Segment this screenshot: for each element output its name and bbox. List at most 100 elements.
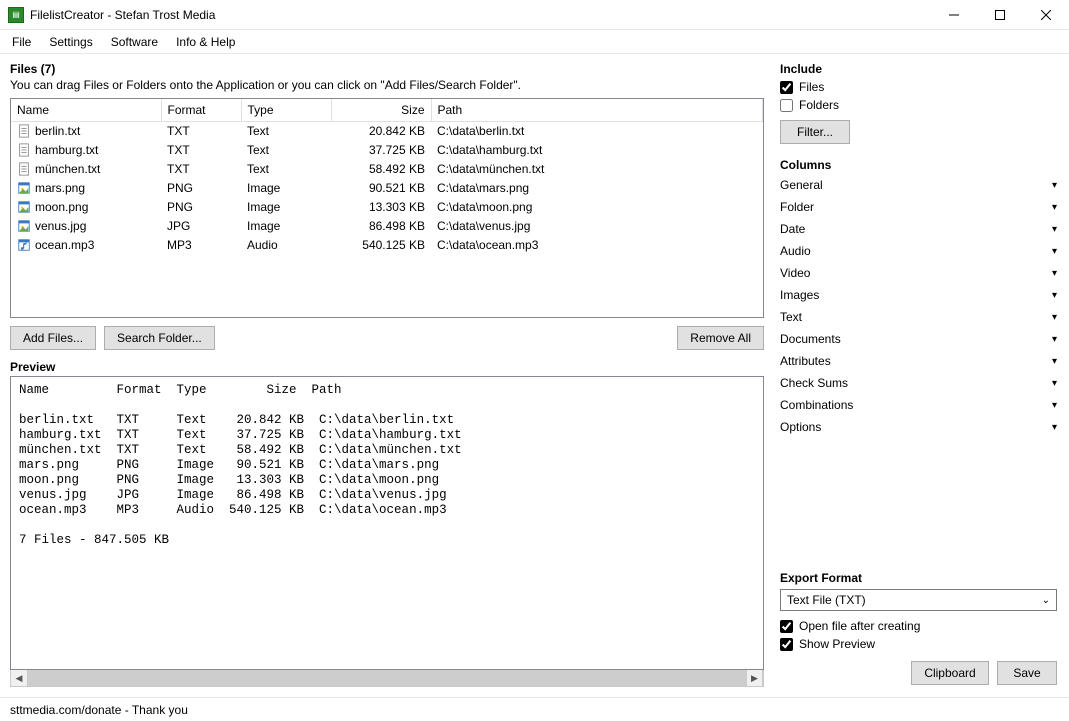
columns-group-label: Combinations (780, 398, 853, 412)
export-format-select[interactable]: Text File (TXT) ⌄ (780, 589, 1057, 611)
col-size[interactable]: Size (331, 99, 431, 121)
chevron-down-icon: ▾ (1052, 268, 1057, 279)
file-format: JPG (161, 216, 241, 235)
chevron-down-icon: ▾ (1052, 378, 1057, 389)
files-hint: You can drag Files or Folders onto the A… (10, 78, 764, 92)
save-button[interactable]: Save (997, 661, 1057, 685)
columns-group-label: General (780, 178, 823, 192)
scroll-right-icon[interactable]: ▶ (746, 670, 763, 686)
export-heading: Export Format (780, 561, 1057, 585)
maximize-button[interactable] (977, 0, 1023, 29)
file-name: hamburg.txt (35, 143, 98, 157)
file-path: C:\data\venus.jpg (431, 216, 763, 235)
show-preview-row[interactable]: Show Preview (780, 637, 1057, 651)
table-row[interactable]: ocean.mp3MP3Audio540.125 KBC:\data\ocean… (11, 235, 763, 254)
statusbar: sttmedia.com/donate - Thank you (0, 697, 1069, 721)
show-preview-checkbox[interactable] (780, 638, 793, 651)
columns-group-label: Options (780, 420, 821, 434)
file-path: C:\data\münchen.txt (431, 159, 763, 178)
file-table[interactable]: Name Format Type Size Path berlin.txtTXT… (10, 98, 764, 318)
clipboard-button[interactable]: Clipboard (911, 661, 989, 685)
columns-group-combinations[interactable]: Combinations▾ (780, 394, 1057, 416)
open-after-row[interactable]: Open file after creating (780, 619, 1057, 633)
columns-group-label: Audio (780, 244, 811, 258)
columns-group-label: Text (780, 310, 802, 324)
table-row[interactable]: münchen.txtTXTText58.492 KBC:\data\münch… (11, 159, 763, 178)
columns-group-attributes[interactable]: Attributes ▾ (780, 350, 1057, 372)
columns-group-options[interactable]: Options▾ (780, 416, 1057, 438)
include-files-checkbox[interactable] (780, 81, 793, 94)
add-files-button[interactable]: Add Files... (10, 326, 96, 350)
titlebar: ▤ FilelistCreator - Stefan Trost Media (0, 0, 1069, 30)
col-name[interactable]: Name (11, 99, 161, 121)
columns-group-folder[interactable]: Folder▾ (780, 196, 1057, 218)
col-type[interactable]: Type (241, 99, 331, 121)
file-txt-icon (17, 143, 31, 157)
preview-scrollbar[interactable]: ◀ ▶ (10, 670, 764, 687)
scroll-thumb[interactable] (28, 670, 746, 686)
menubar: File Settings Software Info & Help (0, 30, 1069, 54)
file-type: Text (241, 140, 331, 159)
status-text: sttmedia.com/donate - Thank you (10, 703, 188, 717)
columns-group-general[interactable]: General ▾ (780, 174, 1057, 196)
col-path[interactable]: Path (431, 99, 763, 121)
remove-all-button[interactable]: Remove All (677, 326, 764, 350)
file-size: 13.303 KB (331, 197, 431, 216)
search-folder-button[interactable]: Search Folder... (104, 326, 215, 350)
file-type: Image (241, 197, 331, 216)
columns-group-text[interactable]: Text▾ (780, 306, 1057, 328)
file-size: 20.842 KB (331, 121, 431, 140)
include-folders-row[interactable]: Folders (780, 98, 1057, 112)
file-type: Text (241, 159, 331, 178)
columns-group-date[interactable]: Date▾ (780, 218, 1057, 240)
include-files-row[interactable]: Files (780, 80, 1057, 94)
menu-software[interactable]: Software (103, 33, 166, 51)
menu-settings[interactable]: Settings (41, 33, 100, 51)
menu-info[interactable]: Info & Help (168, 33, 243, 51)
files-heading: Files (7) (10, 62, 764, 76)
file-img-icon (17, 200, 31, 214)
file-size: 90.521 KB (331, 178, 431, 197)
chevron-down-icon: ▾ (1052, 334, 1057, 345)
columns-group-documents[interactable]: Documents▾ (780, 328, 1057, 350)
scroll-left-icon[interactable]: ◀ (11, 670, 28, 686)
columns-group-label: Attributes (780, 354, 831, 368)
filter-button[interactable]: Filter... (780, 120, 850, 144)
file-format: PNG (161, 197, 241, 216)
file-type: Text (241, 121, 331, 140)
preview-text[interactable]: Name Format Type Size Path berlin.txt TX… (10, 376, 764, 670)
columns-group-images[interactable]: Images ▾ (780, 284, 1057, 306)
file-name: moon.png (35, 200, 88, 214)
include-files-label: Files (799, 80, 824, 94)
preview-heading: Preview (10, 360, 764, 374)
file-type: Audio (241, 235, 331, 254)
col-format[interactable]: Format (161, 99, 241, 121)
file-format: MP3 (161, 235, 241, 254)
table-row[interactable]: moon.png PNGImage13.303 KBC:\data\moon.pn… (11, 197, 763, 216)
close-button[interactable] (1023, 0, 1069, 29)
columns-group-audio[interactable]: Audio▾ (780, 240, 1057, 262)
file-type: Image (241, 178, 331, 197)
export-format-value: Text File (TXT) (787, 593, 866, 607)
table-row[interactable]: hamburg.txtTXTText37.725 KBC:\data\hambu… (11, 140, 763, 159)
columns-group-video[interactable]: Video▾ (780, 262, 1057, 284)
file-name: mars.png (35, 181, 85, 195)
columns-group-check-sums[interactable]: Check Sums▾ (780, 372, 1057, 394)
file-txt-icon (17, 162, 31, 176)
table-row[interactable]: mars.pngPNGImage90.521 KBC:\data\mars.pn… (11, 178, 763, 197)
columns-group-label: Images (780, 288, 819, 302)
open-after-checkbox[interactable] (780, 620, 793, 633)
table-row[interactable]: venus.jpgJPGImage86.498 KBC:\data\venus.… (11, 216, 763, 235)
table-row[interactable]: berlin.txtTXTText20.842 KBC:\data\berlin… (11, 121, 763, 140)
include-heading: Include (780, 62, 1057, 76)
chevron-down-icon: ▾ (1052, 290, 1057, 301)
chevron-down-icon: ▾ (1052, 356, 1057, 367)
chevron-down-icon: ▾ (1052, 180, 1057, 191)
menu-file[interactable]: File (4, 33, 39, 51)
chevron-down-icon: ▾ (1052, 202, 1057, 213)
file-path: C:\data\moon.png (431, 197, 763, 216)
include-folders-checkbox[interactable] (780, 99, 793, 112)
columns-heading: Columns (780, 158, 1057, 172)
minimize-button[interactable] (931, 0, 977, 29)
file-txt-icon (17, 124, 31, 138)
